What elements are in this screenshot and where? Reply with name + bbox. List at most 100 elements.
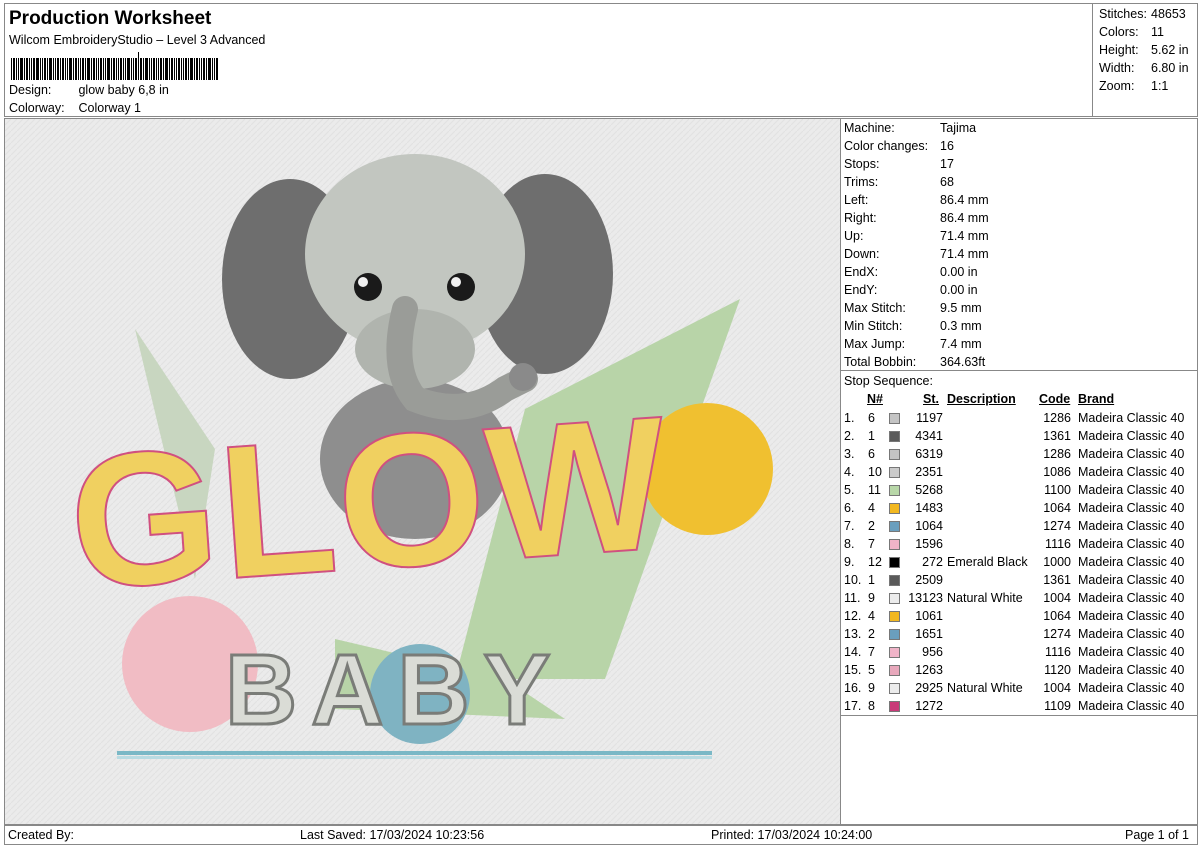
needle-number: 4 [868,609,875,623]
colors-label: Colors: [1099,25,1139,39]
machine-row: Min Stitch: 0.3 mm [844,319,982,333]
stitch-count: 4341 [915,429,943,443]
color-swatch [889,539,900,550]
colors-value: 11 [1151,25,1164,39]
glow-text: GLOW [62,376,676,631]
machine-value: 71.4 mm [940,229,989,243]
design-row: Design: glow baby 6,8 in [9,83,169,97]
page-number: Page 1 of 1 [1125,828,1189,842]
stitch-count: 1263 [915,663,943,677]
stitch-count: 2509 [915,573,943,587]
thread-brand: Madeira Classic 40 [1078,429,1185,443]
thread-brand: Madeira Classic 40 [1078,411,1185,425]
col-header-brand: Brand [1078,392,1115,406]
machine-row: Color changes: 16 [844,139,954,153]
needle-number: 2 [868,627,875,641]
info-panel: Machine: Tajima Color changes: 16 Stops: 17 Tr… [841,118,1198,825]
machine-value: 7.4 mm [940,337,982,351]
stop-sequence: Stop Sequence: N# St. Description Code B… [841,370,1197,716]
stitch-count: 1061 [915,609,943,623]
height-value: 5.62 in [1151,43,1189,57]
thread-brand: Madeira Classic 40 [1078,609,1185,623]
machine-key: Down: [844,247,880,261]
machine-key: Max Jump: [844,337,906,351]
table-row: 2. 1 4341 1361 Madeira Classic 40 [841,429,1197,447]
machine-row: EndX: 0.00 in [844,265,978,279]
thread-description: Emerald Black [947,555,1028,569]
machine-value: 9.5 mm [940,301,982,315]
thread-brand: Madeira Classic 40 [1078,663,1185,677]
thread-code: 1361 [1043,573,1071,587]
row-index: 15. [844,663,862,677]
table-row: 14. 7 956 1116 Madeira Classic 40 [841,645,1197,663]
row-index: 11. [844,591,861,605]
thread-code: 1000 [1043,555,1071,569]
machine-key: Trims: [844,175,879,189]
machine-key: EndY: [844,283,878,297]
machine-row: Total Bobbin: 364.63ft [844,355,985,369]
table-row: 15. 5 1263 1120 Madeira Classic 40 [841,663,1197,681]
width-value: 6.80 in [1151,61,1189,75]
needle-number: 6 [868,411,875,425]
stitch-count: 1651 [915,627,943,641]
machine-value: 364.63ft [940,355,986,369]
row-index: 6. [844,501,855,515]
thread-code: 1286 [1043,411,1071,425]
thread-code: 1004 [1043,591,1071,605]
row-index: 17. [844,699,862,713]
table-row: 16. 9 2925 Natural White 1004 Madeira Classic… [841,681,1197,699]
row-index: 5. [844,483,855,497]
thread-brand: Madeira Classic 40 [1078,555,1185,569]
table-row: 17. 8 1272 1109 Madeira Classic 40 [841,699,1197,717]
stitch-count: 6319 [915,447,943,461]
barcode [11,52,219,80]
stitch-count: 13123 [908,591,943,605]
table-row: 12. 4 1061 1064 Madeira Classic 40 [841,609,1197,627]
thread-brand: Madeira Classic 40 [1078,627,1185,641]
row-index: 9. [844,555,855,569]
needle-number: 12 [868,555,882,569]
baby-word: BABY [225,634,564,746]
needle-number: 1 [868,429,875,443]
stitch-count: 2351 [915,465,943,479]
col-header-description: Description [947,392,1016,406]
table-row: 10. 1 2509 1361 Madeira Classic 40 [841,573,1197,591]
design-label: Design: [9,83,52,97]
machine-row: Down: 71.4 mm [844,247,989,261]
machine-value: 0.3 mm [940,319,982,333]
machine-row: Stops: 17 [844,157,954,171]
stitches-row: Stitches: 48653 [1099,7,1186,21]
colors-row: Colors: 11 [1099,25,1164,39]
row-index: 1. [844,411,855,425]
thread-code: 1120 [1044,663,1071,677]
needle-number: 2 [868,519,875,533]
needle-number: 6 [868,447,875,461]
machine-value: 86.4 mm [940,193,989,207]
machine-value: 71.4 mm [940,247,989,261]
colorway-label: Colorway: [9,101,65,115]
thread-code: 1064 [1043,501,1071,515]
thread-code: 1004 [1043,681,1071,695]
machine-value: 68 [940,175,954,189]
color-swatch [889,557,900,568]
stitches-value: 48653 [1151,7,1186,21]
color-swatch [889,467,900,478]
color-swatch [889,503,900,514]
thread-brand: Madeira Classic 40 [1078,501,1185,515]
colorway-row: Colorway: Colorway 1 [9,101,141,115]
zoom-value: 1:1 [1151,79,1169,93]
thread-code: 1116 [1045,645,1071,659]
stitch-count: 2925 [915,681,943,695]
embroidery-design-image: GLOW BABY [5,119,840,824]
machine-row: Up: 71.4 mm [844,229,989,243]
colorway-value: Colorway 1 [78,101,142,115]
table-row: 11. 9 13123 Natural White 1004 Madeira Classi… [841,591,1197,609]
design-value: glow baby 6,8 in [78,83,169,97]
needle-number: 8 [868,699,875,713]
needle-number: 7 [868,537,875,551]
thread-brand: Madeira Classic 40 [1078,645,1185,659]
stop-sequence-title: Stop Sequence: [844,374,933,388]
width-row: Width: 6.80 in [1099,61,1189,75]
height-row: Height: 5.62 in [1099,43,1189,57]
machine-key: Right: [844,211,877,225]
